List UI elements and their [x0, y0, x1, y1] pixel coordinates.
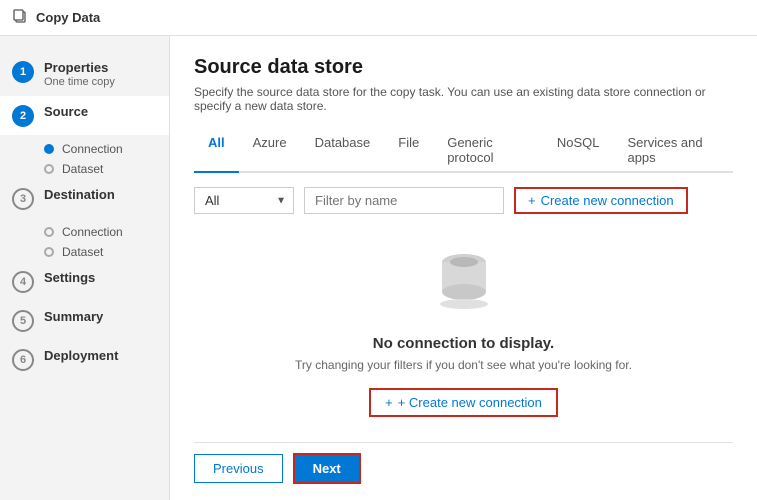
plus-icon-top: +: [528, 193, 536, 208]
step-circle-1: 1: [12, 61, 34, 83]
plus-icon-center: +: [385, 395, 393, 410]
copy-icon: [12, 8, 28, 27]
create-connection-button-center[interactable]: + + Create new connection: [369, 388, 558, 417]
sidebar-item-summary[interactable]: 5 Summary: [0, 301, 169, 340]
page-description: Specify the source data store for the co…: [194, 85, 733, 113]
sidebar-item-deployment[interactable]: 6 Deployment: [0, 340, 169, 379]
empty-desc: Try changing your filters if you don't s…: [295, 358, 632, 372]
tab-database[interactable]: Database: [301, 129, 385, 173]
titlebar-label: Copy Data: [36, 10, 100, 25]
main-container: 1 Properties One time copy 2 Source Conn…: [0, 36, 757, 500]
dest-dataset-label: Dataset: [62, 245, 103, 259]
sidebar: 1 Properties One time copy 2 Source Conn…: [0, 36, 170, 500]
tab-generic-protocol[interactable]: Generic protocol: [433, 129, 543, 173]
tab-nosql[interactable]: NoSQL: [543, 129, 614, 173]
tabs-bar: All Azure Database File Generic protocol…: [194, 129, 733, 173]
create-btn-top-label: Create new connection: [541, 193, 674, 208]
filter-select-wrap: All Azure Database File ▼: [194, 187, 294, 214]
source-sub-items: Connection Dataset: [0, 135, 169, 179]
sidebar-item-source[interactable]: 2 Source: [0, 96, 169, 135]
create-btn-center-label: + Create new connection: [398, 395, 542, 410]
step-label-properties: Properties: [44, 60, 115, 75]
step-label-summary: Summary: [44, 309, 103, 324]
tab-file[interactable]: File: [384, 129, 433, 173]
empty-title: No connection to display.: [373, 335, 554, 352]
tab-all[interactable]: All: [194, 129, 239, 173]
dest-dataset-item[interactable]: Dataset: [44, 242, 169, 262]
source-connection-item[interactable]: Connection: [44, 139, 169, 159]
dest-dataset-dot: [44, 247, 54, 257]
destination-sub-items: Connection Dataset: [0, 218, 169, 262]
step-circle-5: 5: [12, 310, 34, 332]
page-title: Source data store: [194, 56, 733, 79]
database-icon: [424, 236, 504, 316]
step-label-settings: Settings: [44, 270, 95, 285]
empty-state: No connection to display. Try changing y…: [194, 230, 733, 442]
step-circle-2: 2: [12, 105, 34, 127]
source-dataset-label: Dataset: [62, 162, 103, 176]
search-input[interactable]: [304, 187, 504, 214]
dest-connection-dot: [44, 227, 54, 237]
sidebar-item-destination[interactable]: 3 Destination: [0, 179, 169, 218]
source-dataset-item[interactable]: Dataset: [44, 159, 169, 179]
previous-button[interactable]: Previous: [194, 454, 283, 483]
source-connection-dot: [44, 144, 54, 154]
step-label-source: Source: [44, 104, 88, 119]
sidebar-item-settings[interactable]: 4 Settings: [0, 262, 169, 301]
content-area: Source data store Specify the source dat…: [170, 36, 757, 500]
dest-connection-item[interactable]: Connection: [44, 222, 169, 242]
next-button[interactable]: Next: [293, 453, 361, 484]
source-connection-label: Connection: [62, 142, 123, 156]
filter-row: All Azure Database File ▼ + Create new c…: [194, 187, 733, 214]
tab-azure[interactable]: Azure: [239, 129, 301, 173]
bottom-bar: Previous Next: [194, 442, 733, 484]
dest-connection-label: Connection: [62, 225, 123, 239]
sidebar-item-properties[interactable]: 1 Properties One time copy: [0, 52, 169, 96]
titlebar: Copy Data: [0, 0, 757, 36]
source-dataset-dot: [44, 164, 54, 174]
db-icon-wrap: [424, 236, 504, 319]
step-label-deployment: Deployment: [44, 348, 118, 363]
step-circle-6: 6: [12, 349, 34, 371]
step-sublabel-properties: One time copy: [44, 76, 115, 88]
type-filter-select[interactable]: All Azure Database File: [194, 187, 294, 214]
step-label-destination: Destination: [44, 187, 115, 202]
tab-services-apps[interactable]: Services and apps: [613, 129, 733, 173]
create-connection-button-top[interactable]: + Create new connection: [514, 187, 688, 214]
step-circle-4: 4: [12, 271, 34, 293]
step-circle-3: 3: [12, 188, 34, 210]
